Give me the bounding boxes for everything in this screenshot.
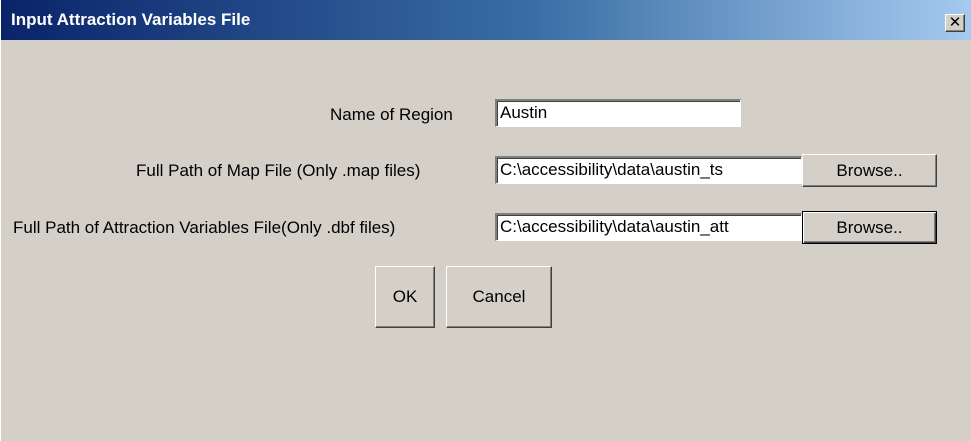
attraction-file-label: Full Path of Attraction Variables File(O…: [13, 218, 396, 237]
region-name-label: Name of Region: [330, 105, 453, 124]
close-icon: ✕: [948, 13, 962, 31]
window-title: Input Attraction Variables File: [11, 10, 251, 29]
cancel-button[interactable]: Cancel: [446, 266, 552, 328]
map-file-browse-button[interactable]: Browse..: [802, 154, 937, 187]
attraction-file-path-input[interactable]: C:\accessibility\data\austin_att: [495, 213, 802, 241]
close-button[interactable]: ✕: [945, 14, 965, 32]
region-name-input[interactable]: Austin: [495, 99, 741, 127]
map-file-label: Full Path of Map File (Only .map files): [136, 161, 421, 180]
ok-button[interactable]: OK: [375, 266, 435, 328]
attraction-file-browse-button[interactable]: Browse..: [802, 211, 937, 244]
map-file-path-input[interactable]: C:\accessibility\data\austin_ts: [495, 156, 802, 184]
dialog-window: Input Attraction Variables File ✕ Name o…: [0, 0, 971, 441]
title-bar[interactable]: Input Attraction Variables File ✕: [1, 0, 971, 40]
